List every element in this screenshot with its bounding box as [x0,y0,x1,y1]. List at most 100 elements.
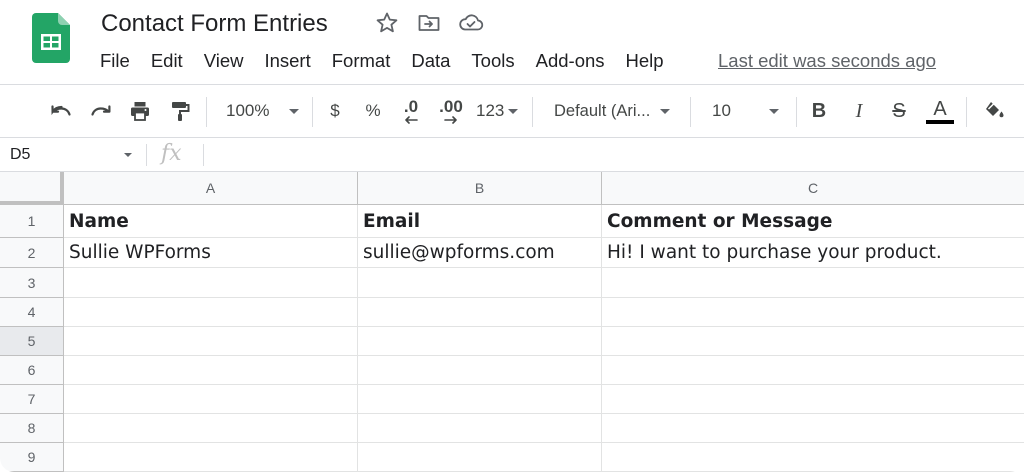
chevron-down-icon [124,153,132,157]
star-icon[interactable] [374,10,400,36]
cell-c6[interactable] [602,356,1024,385]
cell-b4[interactable] [358,298,602,327]
cell-b9[interactable] [358,443,602,472]
redo-icon[interactable] [86,96,116,126]
spreadsheet-grid: A B C 1 Name Email Comment or Message 2 Sulli… [0,172,1024,472]
name-box-value: D5 [10,146,31,163]
cell-a7[interactable] [64,385,358,414]
cell-c2[interactable]: Hi! I want to purchase your product. [602,238,1024,268]
cell-b5[interactable] [358,327,602,356]
currency-format-button[interactable]: $ [322,96,348,126]
row-header-8[interactable]: 8 [0,414,64,443]
cell-b1[interactable]: Email [358,205,602,238]
cell-c9[interactable] [602,443,1024,472]
text-color-label: A [933,98,947,120]
cell-c3[interactable] [602,268,1024,298]
cell-a8[interactable] [64,414,358,443]
text-color-icon[interactable]: A [924,96,956,126]
cell-b2[interactable]: sullie@wpforms.com [358,238,602,268]
row-header-3[interactable]: 3 [0,268,64,298]
cell-a4[interactable] [64,298,358,327]
print-icon[interactable] [125,96,155,126]
name-box[interactable]: D5 [10,143,134,167]
row-header-5[interactable]: 5 [0,327,64,356]
toolbar-separator [312,97,313,127]
toolbar-separator [690,97,691,127]
formula-input[interactable] [210,143,1010,167]
toolbar-separator [206,97,207,127]
cell-b7[interactable] [358,385,602,414]
cell-c1[interactable]: Comment or Message [602,205,1024,238]
undo-icon[interactable] [46,96,76,126]
decrease-decimal-label: .0 [403,97,419,116]
cell-a9[interactable] [64,443,358,472]
row-header-6[interactable]: 6 [0,356,64,385]
italic-icon[interactable]: I [846,96,872,126]
menu-add-ons[interactable]: Add-ons [536,48,605,74]
cell-c4[interactable] [602,298,1024,327]
chevron-down-icon [768,108,779,114]
fill-color-icon[interactable] [980,96,1008,126]
cell-b3[interactable] [358,268,602,298]
last-edit-link[interactable]: Last edit was seconds ago [718,48,936,74]
font-family-select[interactable]: Default (Ari... [548,96,682,126]
chevron-down-icon [508,108,519,114]
document-title[interactable]: Contact Form Entries [101,8,328,40]
percent-format-button[interactable]: % [360,96,386,126]
cell-a2[interactable]: Sullie WPForms [64,238,358,268]
chevron-down-icon [660,108,671,114]
title-actions [374,10,484,36]
menu-format[interactable]: Format [332,48,391,74]
spreadsheet-window: Contact Form Entries File Edit View Inse… [0,0,1024,472]
increase-decimal-button[interactable]: .00 [436,96,466,126]
menu-tools[interactable]: Tools [471,48,514,74]
menu-file[interactable]: File [100,48,130,74]
cell-c7[interactable] [602,385,1024,414]
font-family-value: Default (Ari... [554,101,651,120]
toolbar: 100% $ % .0 .00 123 Default (Ari... 10 B… [0,84,1024,138]
paint-format-icon[interactable] [165,96,195,126]
cell-a6[interactable] [64,356,358,385]
font-size-value: 10 [712,101,731,120]
more-formats-button[interactable]: 123 [474,96,524,126]
menu-edit[interactable]: Edit [151,48,183,74]
column-header-a[interactable]: A [64,172,358,204]
bold-icon[interactable]: B [806,96,832,126]
menu-help[interactable]: Help [626,48,664,74]
column-header-b[interactable]: B [358,172,602,204]
decrease-decimal-button[interactable]: .0 [396,96,426,126]
arrow-left-icon [405,116,418,124]
cell-b6[interactable] [358,356,602,385]
cell-a3[interactable] [64,268,358,298]
title-bar: Contact Form Entries File Edit View Inse… [0,0,1024,84]
cell-c8[interactable] [602,414,1024,443]
arrow-right-icon [444,116,457,124]
row-header-2[interactable]: 2 [0,238,64,268]
menu-insert[interactable]: Insert [264,48,310,74]
cell-a5[interactable] [64,327,358,356]
move-to-folder-icon[interactable] [416,10,442,36]
cell-a1[interactable]: Name [64,205,358,238]
zoom-select[interactable]: 100% [220,96,304,126]
more-formats-label: 123 [476,101,505,120]
formula-separator [146,144,147,166]
menu-bar: File Edit View Insert Format Data Tools … [100,48,685,74]
strikethrough-icon[interactable]: S [886,96,912,126]
sheets-logo-icon[interactable] [32,13,70,63]
select-all-corner[interactable] [0,172,64,205]
cell-b8[interactable] [358,414,602,443]
increase-decimal-label: .00 [439,97,463,116]
row-header-7[interactable]: 7 [0,385,64,414]
row-header-9[interactable]: 9 [0,443,64,472]
zoom-value: 100% [226,101,270,120]
menu-data[interactable]: Data [411,48,450,74]
row-header-4[interactable]: 4 [0,298,64,327]
cloud-status-icon[interactable] [458,10,484,36]
row-header-1[interactable]: 1 [0,205,64,238]
text-color-swatch [926,120,954,124]
menu-view[interactable]: View [204,48,244,74]
font-size-select[interactable]: 10 [704,96,788,126]
cell-c5[interactable] [602,327,1024,356]
column-header-c[interactable]: C [602,172,1024,204]
chevron-down-icon [289,108,300,114]
